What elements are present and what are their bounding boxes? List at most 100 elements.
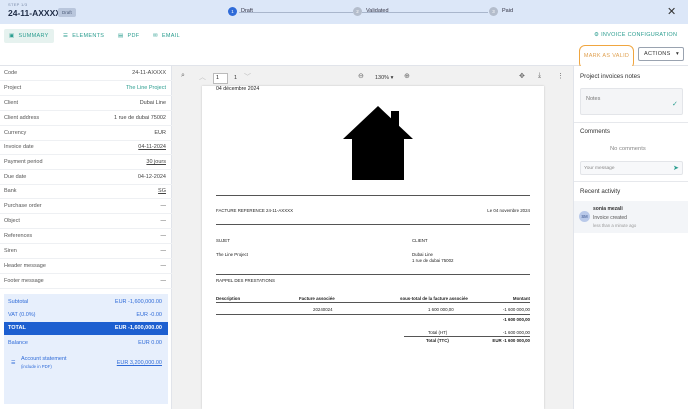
comments-title: Comments <box>580 128 610 135</box>
actions-dropdown[interactable]: ACTIONS ▾ <box>638 47 684 61</box>
zoom-out-icon[interactable]: ⊖ <box>358 72 364 80</box>
move-icon[interactable]: ✥ <box>519 72 525 80</box>
field-bank: Bank SG <box>0 184 172 199</box>
no-comments-text: No comments <box>610 146 646 152</box>
payment-period-value[interactable]: 30 jours <box>146 159 166 165</box>
avatar: SM <box>579 211 590 222</box>
divider <box>574 181 688 182</box>
tab-pdf[interactable]: ▤ PDF <box>113 29 144 43</box>
field-label: Client <box>4 100 19 106</box>
divider <box>216 314 530 315</box>
field-label: Bank <box>4 188 17 194</box>
col-invoice: Facture associée <box>299 296 335 301</box>
activity-text: Invoice created <box>593 215 627 221</box>
field-value[interactable]: — <box>161 248 167 254</box>
field-label: References <box>4 233 33 239</box>
field-label: Code <box>4 70 18 76</box>
search-icon[interactable]: ⌕ <box>181 72 185 80</box>
field-label: Client address <box>4 115 40 121</box>
account-statement-value[interactable]: EUR 3,200,000.00 <box>117 360 162 366</box>
total-row: TOTAL EUR -1,600,000.00 <box>4 322 168 335</box>
message-placeholder: Your message <box>584 166 615 171</box>
subtotal-row: Subtotal EUR -1,600,000.00 <box>4 296 168 309</box>
row-invoice: 20240024 <box>313 307 333 312</box>
field-value[interactable]: — <box>161 203 167 209</box>
check-icon[interactable]: ✓ <box>672 100 678 108</box>
home-icon <box>343 106 413 180</box>
field-value[interactable]: — <box>161 233 167 239</box>
chevron-up-icon[interactable]: ︿ <box>199 72 206 82</box>
page-number-input[interactable]: 1 <box>213 73 228 84</box>
tab-label: SUMMARY <box>18 33 49 39</box>
actions-label: ACTIONS <box>644 51 671 57</box>
statement-icon: ☰ <box>11 360 16 366</box>
step-validated-dot[interactable]: 2 <box>353 7 362 16</box>
total-value: EUR -1,600,000.00 <box>114 325 162 331</box>
total-label: TOTAL <box>8 325 26 331</box>
message-input[interactable]: Your message ➤ <box>580 161 683 175</box>
step-draft-dot[interactable]: 1 <box>228 7 237 16</box>
account-statement-sub: (include in PDF) <box>21 364 52 369</box>
chevron-down-icon[interactable]: ﹀ <box>244 72 251 82</box>
field-header-message: Header message — <box>0 259 172 274</box>
download-icon[interactable]: ⤓ <box>538 72 541 80</box>
balance-row: Balance EUR 0.00 <box>4 337 168 350</box>
close-icon[interactable]: ✕ <box>667 5 676 18</box>
field-value[interactable]: — <box>161 218 167 224</box>
divider <box>216 195 530 196</box>
field-value: EUR <box>154 130 166 136</box>
tab-email[interactable]: ✉ EMAIL <box>148 29 185 43</box>
activity-item <box>574 201 688 233</box>
tab-elements[interactable]: ☰ ELEMENTS <box>58 29 109 43</box>
more-icon[interactable]: ⋮ <box>557 72 564 80</box>
field-value: 1 rue de dubai 75002 <box>114 115 166 121</box>
invoice-date-value[interactable]: 04-11-2024 <box>138 144 166 150</box>
divider <box>216 274 530 275</box>
doc-client-name: Dubai Line <box>412 252 433 257</box>
total-ht-label: Total (HT) <box>428 330 448 335</box>
invoice-configuration-button[interactable]: ⚙ INVOICE CONFIGURATION <box>594 32 677 38</box>
zoom-select[interactable]: 130% ▾ <box>375 75 393 81</box>
summary-icon: ▣ <box>9 33 15 39</box>
row-total-line: -1 600 000,00 <box>502 317 530 322</box>
step-draft-label[interactable]: Draft <box>241 8 253 14</box>
col-amount: Montant <box>512 296 530 301</box>
vat-value: EUR -0.00 <box>136 312 162 318</box>
field-label: Purchase order <box>4 203 42 209</box>
pdf-icon: ▤ <box>118 33 124 39</box>
field-label: Currency <box>4 130 27 136</box>
field-value[interactable]: — <box>161 278 167 284</box>
zoom-in-icon[interactable]: ⊕ <box>404 72 410 80</box>
divider <box>216 302 530 303</box>
field-client-address: Client address 1 rue de dubai 75002 <box>0 111 172 126</box>
notes-placeholder: Notes <box>586 96 601 102</box>
step-paid-label[interactable]: Paid <box>502 8 513 14</box>
activity-time: less than a minute ago <box>593 223 637 228</box>
bank-value[interactable]: SG <box>158 188 166 194</box>
step-paid-dot[interactable]: 3 <box>489 7 498 16</box>
balance-value: EUR 0.00 <box>138 340 162 346</box>
field-project: Project The Line Project <box>0 81 172 96</box>
subtotal-value: EUR -1,600,000.00 <box>114 299 162 305</box>
send-icon[interactable]: ➤ <box>673 164 679 172</box>
field-value: Dubai Line <box>139 100 166 106</box>
vat-label[interactable]: VAT (0.0%) <box>8 312 36 318</box>
subtotal-label: Subtotal <box>8 299 29 305</box>
field-label: Siren <box>4 248 17 254</box>
step-indicator: STEP 1/3 <box>8 2 28 7</box>
totals-box: Subtotal EUR -1,600,000.00 VAT (0.0%) EUR … <box>4 294 168 404</box>
field-due-date: Due date 04-12-2024 <box>0 170 172 185</box>
row-subtotal: 1 600 000,00 <box>428 307 454 312</box>
step-validated-label[interactable]: Validated <box>366 8 389 14</box>
field-references: References — <box>0 229 172 244</box>
total-ttc-label: Total (TTC) <box>426 338 449 343</box>
notes-field[interactable]: Notes ✓ <box>580 88 683 115</box>
project-link[interactable]: The Line Project <box>126 85 166 91</box>
tab-summary[interactable]: ▣ SUMMARY <box>4 29 54 43</box>
field-label: Payment period <box>4 159 43 165</box>
invoice-title: 24-11-AXXXX <box>8 8 61 18</box>
field-value[interactable]: — <box>161 263 167 269</box>
tab-label: PDF <box>127 33 140 39</box>
field-label: Project <box>4 85 22 91</box>
activity-user: sonia mezali <box>593 206 623 212</box>
